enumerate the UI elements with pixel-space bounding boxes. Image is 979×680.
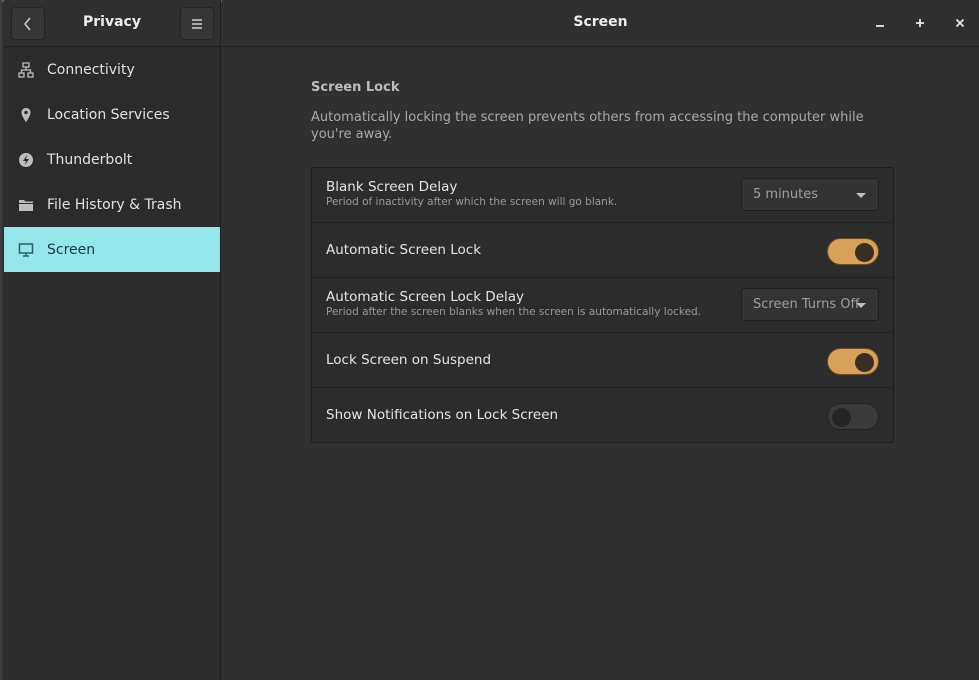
setting-label: Automatic Screen Lock [326,242,482,258]
monitor-icon [18,242,34,258]
toggle-knob [855,243,874,262]
sidebar-header: Privacy [4,0,220,47]
chevron-down-icon [856,193,866,198]
minimize-icon [876,25,884,27]
close-button[interactable] [950,13,970,33]
setting-label: Lock Screen on Suspend [326,352,492,368]
content-area: Screen Lock Automatically locking the sc… [222,48,979,680]
back-button[interactable] [11,7,45,40]
sidebar-item-label: Connectivity [47,61,135,78]
sidebar-item-location-services[interactable]: Location Services [4,92,220,137]
setting-label: Automatic Screen Lock Delay [326,289,525,305]
toggle-knob [832,408,851,427]
dropdown-value: Screen Turns Off [753,297,860,312]
maximize-button[interactable] [910,13,930,33]
sidebar: Privacy Connectivity Location Services T… [4,0,221,680]
chevron-left-icon [23,16,31,31]
sidebar-item-file-history[interactable]: File History & Trash [4,182,220,227]
setting-row-automatic-screen-lock: Automatic Screen Lock [312,223,893,278]
setting-sublabel: Period after the screen blanks when the … [326,306,702,318]
hamburger-menu-icon [192,18,202,29]
setting-row-show-notifications: Show Notifications on Lock Screen [312,388,893,443]
plus-icon [916,19,924,27]
sidebar-title: Privacy [83,14,141,30]
setting-row-automatic-screen-lock-delay: Automatic Screen Lock Delay Period after… [312,278,893,333]
minimize-button[interactable] [870,13,890,33]
sidebar-item-label: Location Services [47,106,170,123]
settings-panel: Blank Screen Delay Period of inactivity … [311,167,894,443]
main-header: Screen [222,0,979,47]
sidebar-item-screen[interactable]: Screen [4,227,220,272]
section-title: Screen Lock [311,80,400,95]
menu-button[interactable] [180,7,214,40]
thunderbolt-icon [18,152,34,168]
page-title: Screen [573,14,628,30]
settings-window: Privacy Connectivity Location Services T… [0,0,979,680]
dropdown-value: 5 minutes [753,187,819,202]
blank-screen-delay-dropdown[interactable]: 5 minutes [741,178,879,211]
lock-delay-dropdown[interactable]: Screen Turns Off [741,288,879,321]
folder-icon [18,197,34,213]
lock-on-suspend-toggle[interactable] [827,348,879,375]
toggle-knob [855,353,874,372]
setting-label: Show Notifications on Lock Screen [326,407,559,423]
chevron-down-icon [856,303,866,308]
setting-row-lock-on-suspend: Lock Screen on Suspend [312,333,893,388]
sidebar-item-label: Thunderbolt [47,151,133,168]
automatic-screen-lock-toggle[interactable] [827,238,879,265]
sidebar-item-connectivity[interactable]: Connectivity [4,47,220,92]
sidebar-item-label: Screen [47,241,96,258]
show-notifications-toggle[interactable] [827,403,879,430]
network-icon [18,61,34,78]
setting-sublabel: Period of inactivity after which the scr… [326,196,618,208]
section-description: Automatically locking the screen prevent… [311,110,864,142]
sidebar-item-label: File History & Trash [47,196,182,213]
sidebar-item-thunderbolt[interactable]: Thunderbolt [4,137,220,182]
close-icon [955,18,965,28]
setting-row-blank-screen-delay: Blank Screen Delay Period of inactivity … [312,168,893,223]
location-pin-icon [18,107,34,123]
setting-label: Blank Screen Delay [326,179,458,195]
